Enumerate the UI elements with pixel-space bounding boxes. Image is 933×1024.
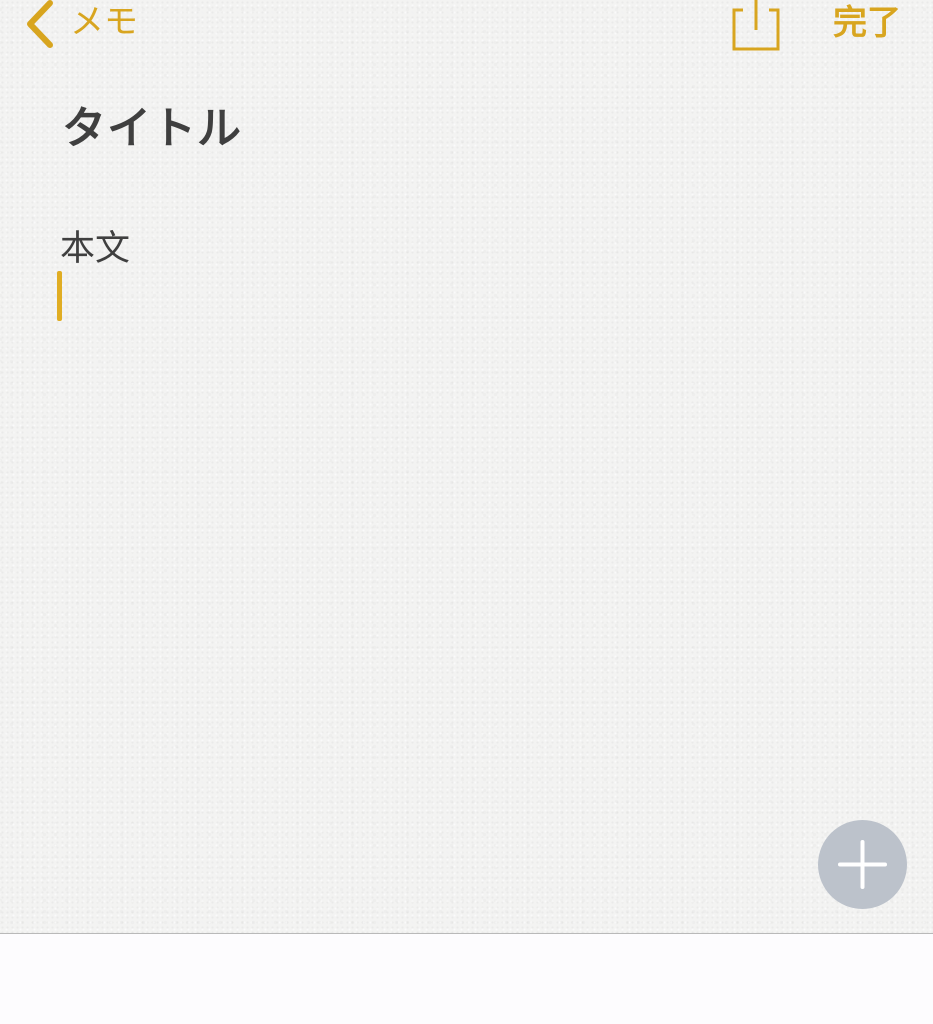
back-button-label: メモ: [70, 2, 138, 42]
share-button[interactable]: [730, 0, 782, 52]
text-caret: [57, 271, 62, 321]
note-title[interactable]: タイトル: [62, 92, 242, 156]
done-button[interactable]: 完了: [833, 0, 901, 43]
share-icon: [730, 0, 782, 56]
back-button[interactable]: メモ: [22, 0, 138, 48]
bottom-area: [0, 934, 933, 1024]
notes-editor-screen: メモ 完了 タイトル 本文: [0, 0, 933, 1024]
chevron-left-icon: [22, 0, 56, 48]
note-body[interactable]: 本文: [60, 220, 130, 271]
add-button[interactable]: [818, 820, 907, 909]
